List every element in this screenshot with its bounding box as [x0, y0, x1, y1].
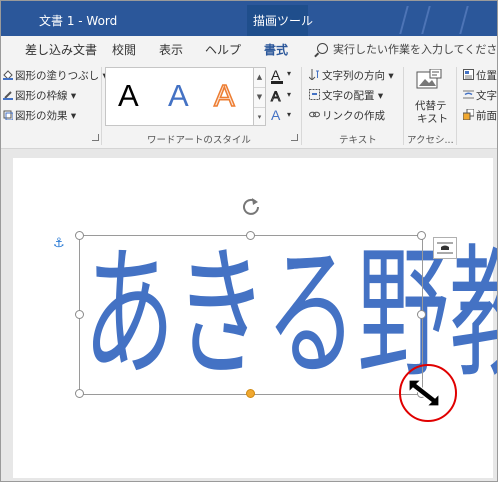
selection-frame — [79, 235, 423, 395]
ribbon-tabs: 差し込み文書 校閲 表示 ヘルプ 書式 実行したい作業を入力してください — [1, 36, 498, 64]
tab-help[interactable]: ヘルプ — [205, 41, 241, 58]
shape-adjust-handle[interactable] — [246, 389, 255, 398]
text-direction-label: 文字列の方向 — [322, 70, 385, 82]
bring-forward-label: 前面 — [476, 110, 497, 122]
title-bar: 文書 1 - Word 描画ツール — [1, 1, 497, 36]
shape-effects-label: 図形の効果 — [15, 110, 68, 122]
gallery-scroll[interactable]: ▲ ▼ ▾ — [253, 67, 266, 126]
align-text-button[interactable]: 文字の配置 ▾ — [309, 88, 383, 103]
text-effects-dropdown-icon[interactable]: ▾ — [287, 110, 291, 119]
drawing-tools-label: 描画ツール — [253, 14, 314, 28]
tab-review[interactable]: 校閲 — [112, 41, 136, 58]
wordart-launcher-icon[interactable] — [291, 134, 298, 141]
wrap-text-icon — [463, 90, 474, 99]
position-label: 位置 — [476, 70, 497, 82]
tell-me-text: 実行したい作業を入力してください — [333, 43, 498, 56]
wordart-style-blue[interactable]: A — [168, 78, 189, 114]
gallery-more-icon[interactable]: ▾ — [254, 108, 265, 127]
shape-fill-button[interactable]: 図形の塗りつぶし ▾ — [3, 68, 108, 83]
resize-handle-top-left[interactable] — [75, 231, 84, 240]
create-link-label: リンクの作成 — [322, 110, 385, 122]
ribbon: 図形の塗りつぶし ▾ 図形の枠線 ▾ 図形の効果 ▾ A A A ▲ ▼ ▾ A… — [1, 61, 497, 149]
pen-icon — [3, 91, 13, 100]
paint-bucket-icon — [3, 70, 13, 80]
title-decoration — [421, 6, 431, 34]
shape-outline-label: 図形の枠線 — [15, 90, 68, 102]
group-divider — [456, 67, 457, 145]
bring-forward-button[interactable]: 前面 — [462, 108, 497, 123]
alt-text-label-2: キスト — [417, 113, 449, 125]
effects-icon — [3, 110, 14, 121]
position-button[interactable]: 位置 — [463, 68, 497, 83]
resize-handle-right[interactable] — [417, 310, 426, 319]
anchor-icon[interactable]: ⚓ — [53, 236, 65, 251]
wrap-text-button[interactable]: 文字 — [463, 88, 497, 103]
word-window: 文書 1 - Word 描画ツール 差し込み文書 校閲 表示 ヘルプ 書式 実行… — [0, 0, 498, 482]
group-divider — [301, 67, 302, 145]
link-icon — [309, 111, 320, 118]
text-fill-icon[interactable]: A — [271, 67, 283, 84]
text-direction-button[interactable]: 文字列の方向 ▾ — [308, 68, 394, 83]
resize-handle-bottom-left[interactable] — [75, 389, 84, 398]
text-direction-icon — [308, 69, 319, 81]
tab-view[interactable]: 表示 — [159, 41, 183, 58]
create-link-button[interactable]: リンクの作成 — [309, 108, 385, 123]
shape-fill-label: 図形の塗りつぶし — [15, 70, 100, 82]
wordart-gallery[interactable]: A A A — [105, 67, 263, 126]
rotate-handle-icon[interactable] — [240, 196, 262, 218]
tab-mailings[interactable]: 差し込み文書 — [25, 41, 97, 58]
shape-styles-launcher-icon[interactable] — [92, 134, 99, 141]
tell-me-box[interactable]: 実行したい作業を入力してください — [317, 41, 498, 57]
align-text-label: 文字の配置 — [322, 90, 375, 102]
text-group-label: テキスト — [339, 135, 377, 146]
position-icon — [463, 69, 474, 80]
title-decoration — [459, 6, 469, 34]
align-text-icon — [309, 89, 320, 100]
text-outline-dropdown-icon[interactable]: ▾ — [287, 90, 291, 99]
gallery-down-icon[interactable]: ▼ — [254, 88, 265, 108]
text-effects-icon[interactable]: A — [271, 107, 280, 123]
document-title: 文書 1 - Word — [39, 14, 118, 28]
group-divider — [403, 67, 404, 145]
wordart-style-black[interactable]: A — [118, 78, 139, 114]
wordart-styles-group-label: ワードアートのスタイル — [147, 135, 251, 146]
accessibility-group-label: アクセシ... — [407, 135, 454, 146]
alt-text-button[interactable] — [416, 68, 442, 95]
group-divider — [101, 67, 102, 145]
alt-text-icon — [416, 68, 442, 89]
diagonal-resize-cursor-icon — [408, 379, 440, 407]
text-fill-dropdown-icon[interactable]: ▾ — [287, 69, 291, 78]
title-decoration — [399, 6, 409, 34]
layout-options-icon — [437, 242, 453, 254]
wordart-style-orange-outline[interactable]: A — [213, 77, 235, 114]
search-icon — [317, 43, 328, 54]
shape-effects-button[interactable]: 図形の効果 ▾ — [3, 108, 76, 123]
layout-options-button[interactable] — [433, 237, 457, 259]
drawing-tools-tab[interactable]: 描画ツール — [247, 5, 313, 36]
text-outline-icon[interactable]: A — [270, 88, 280, 105]
wrap-text-label: 文字 — [476, 90, 497, 102]
tab-format[interactable]: 書式 — [261, 41, 291, 64]
resize-handle-top[interactable] — [246, 231, 255, 240]
bring-forward-icon — [462, 108, 475, 121]
resize-handle-left[interactable] — [75, 310, 84, 319]
resize-handle-top-right[interactable] — [417, 231, 426, 240]
shape-outline-button[interactable]: 図形の枠線 ▾ — [3, 88, 76, 103]
gallery-up-icon[interactable]: ▲ — [254, 68, 265, 88]
